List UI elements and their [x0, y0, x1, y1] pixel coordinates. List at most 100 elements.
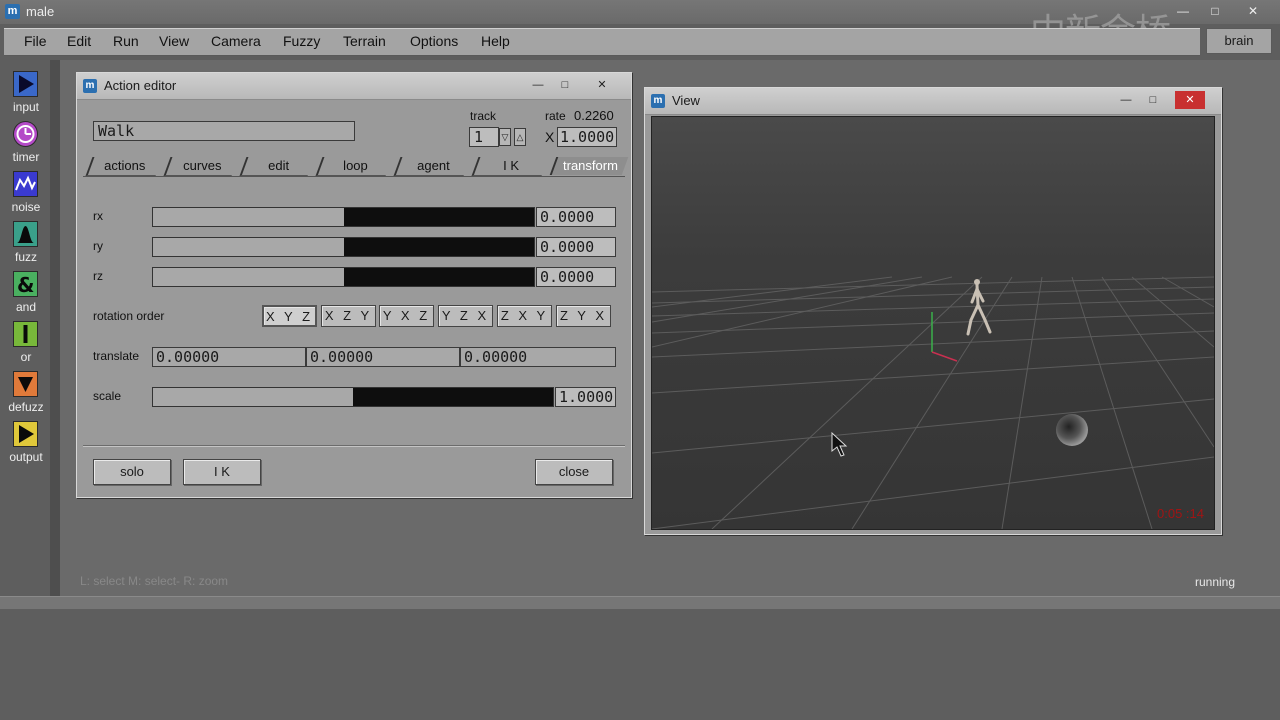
menu-file[interactable]: File	[24, 33, 47, 49]
timecode: 0:05 :14	[1157, 506, 1204, 521]
rx-slider[interactable]	[152, 207, 535, 227]
ground-grid	[652, 117, 1214, 529]
tool-noise[interactable]: noise	[4, 164, 48, 214]
tool-fuzz[interactable]: fuzz	[4, 214, 48, 264]
rotation-order-zyx[interactable]: Z Y X	[556, 305, 611, 327]
tab-curves[interactable]: curves	[163, 157, 239, 176]
action-editor-title: Action editor	[104, 78, 177, 93]
tab-actions[interactable]: actions	[85, 157, 163, 176]
tool-defuzz[interactable]: defuzz	[4, 364, 48, 414]
and-ampersand-icon: &	[13, 271, 38, 297]
menu-edit[interactable]: Edit	[67, 33, 91, 49]
view-titlebar[interactable]: m View — □ ✕	[645, 88, 1221, 115]
rz-label: rz	[93, 269, 103, 283]
tab-agent[interactable]: agent	[393, 157, 471, 176]
app-logo-icon: m	[5, 4, 20, 19]
rotation-order-yxz[interactable]: Y X Z	[379, 305, 434, 327]
app-titlebar: m male 中新金桥 — □ ✕	[0, 0, 1280, 53]
or-bar-icon	[13, 321, 38, 347]
rotation-order-xyz[interactable]: X Y Z	[262, 305, 317, 327]
rotation-order-xzy[interactable]: X Z Y	[321, 305, 376, 327]
minimize-icon[interactable]: —	[527, 76, 549, 94]
defuzz-triangle-icon	[13, 371, 38, 397]
close-icon[interactable]: ✕	[1240, 2, 1266, 20]
rate-multiplier-field[interactable]: 1.0000	[557, 127, 617, 147]
menu-options[interactable]: Options	[410, 33, 458, 49]
tool-palette: input timer noise fuzz & and or defuzz o…	[4, 60, 48, 606]
tool-output[interactable]: output	[4, 414, 48, 464]
mouse-hint: L: select M: select- R: zoom	[80, 574, 229, 588]
menu-camera[interactable]: Camera	[211, 33, 261, 49]
minimize-icon[interactable]: —	[1170, 2, 1196, 20]
maximize-icon[interactable]: □	[554, 76, 576, 94]
noise-wave-icon	[13, 171, 38, 197]
translate-label: translate	[93, 349, 140, 363]
brain-button[interactable]: brain	[1206, 28, 1272, 54]
action-editor-titlebar[interactable]: m Action editor — □ ✕	[77, 73, 631, 100]
ry-value-field[interactable]: 0.0000	[536, 237, 616, 257]
app-title: male	[26, 4, 55, 19]
rx-label: rx	[93, 209, 103, 223]
x-label: X	[545, 129, 555, 145]
ik-button[interactable]: I K	[183, 459, 261, 485]
view-title: View	[672, 93, 700, 108]
input-arrow-icon	[13, 71, 38, 97]
window-logo-icon: m	[651, 94, 665, 108]
tab-loop[interactable]: loop	[315, 157, 393, 176]
track-down-icon[interactable]: ▽	[499, 128, 511, 146]
ry-label: ry	[93, 239, 103, 253]
action-editor-window: m Action editor — □ ✕ Walk track 1 ▽ △ r…	[76, 72, 632, 498]
translate-z-field[interactable]: 0.00000	[460, 347, 616, 367]
track-label: track	[470, 109, 497, 123]
minimize-icon[interactable]: —	[1115, 91, 1137, 109]
solo-button[interactable]: solo	[93, 459, 171, 485]
ry-slider[interactable]	[152, 237, 535, 257]
track-field[interactable]: 1	[469, 127, 499, 147]
translate-x-field[interactable]: 0.00000	[152, 347, 306, 367]
rotation-order-label: rotation order	[93, 309, 165, 323]
menu-terrain[interactable]: Terrain	[343, 33, 386, 49]
maximize-icon[interactable]: □	[1202, 2, 1228, 20]
maximize-icon[interactable]: □	[1142, 91, 1164, 109]
rotation-order-yzx[interactable]: Y Z X	[438, 305, 493, 327]
timer-clock-icon	[13, 121, 38, 147]
menubar: File Edit Run View Camera Fuzzy Terrain …	[4, 28, 1200, 56]
rz-value-field[interactable]: 0.0000	[536, 267, 616, 287]
tab-transform[interactable]: transform	[549, 157, 629, 175]
view-window: m View — □ ✕ 0:05:14	[644, 87, 1222, 535]
close-button[interactable]: close	[535, 459, 613, 485]
tool-input[interactable]: input	[4, 64, 48, 114]
rx-value-field[interactable]: 0.0000	[536, 207, 616, 227]
rz-slider[interactable]	[152, 267, 535, 287]
track-up-icon[interactable]: △	[514, 128, 526, 146]
translate-y-field[interactable]: 0.00000	[306, 347, 460, 367]
rate-value: 0.2260	[574, 108, 614, 123]
tool-and[interactable]: & and	[4, 264, 48, 314]
tab-strip: actions curves edit loop agent I K trans…	[83, 157, 629, 177]
menu-view[interactable]: View	[159, 33, 189, 49]
divider	[83, 445, 625, 447]
svg-text:&: &	[17, 273, 34, 296]
3d-viewport[interactable]: 0:05 :14	[651, 116, 1215, 530]
action-name-field[interactable]: Walk	[93, 121, 355, 141]
menu-fuzzy[interactable]: Fuzzy	[283, 33, 320, 49]
output-arrow-icon	[13, 421, 38, 447]
status-bar	[0, 596, 1280, 609]
scale-label: scale	[93, 389, 122, 403]
ball-object	[1056, 414, 1088, 446]
run-status: running	[1195, 575, 1236, 589]
menu-run[interactable]: Run	[113, 33, 139, 49]
tab-ik[interactable]: I K	[471, 157, 549, 176]
menu-help[interactable]: Help	[481, 33, 510, 49]
close-icon[interactable]: ✕	[591, 76, 613, 94]
window-logo-icon: m	[83, 79, 97, 93]
tool-timer[interactable]: timer	[4, 114, 48, 164]
fuzz-bell-icon	[13, 221, 38, 247]
rate-label: rate	[545, 109, 566, 123]
scale-value-field[interactable]: 1.0000	[555, 387, 616, 407]
rotation-order-zxy[interactable]: Z X Y	[497, 305, 552, 327]
tab-edit[interactable]: edit	[239, 157, 315, 176]
tool-or[interactable]: or	[4, 314, 48, 364]
scale-slider[interactable]	[152, 387, 554, 407]
close-icon[interactable]: ✕	[1175, 91, 1205, 109]
